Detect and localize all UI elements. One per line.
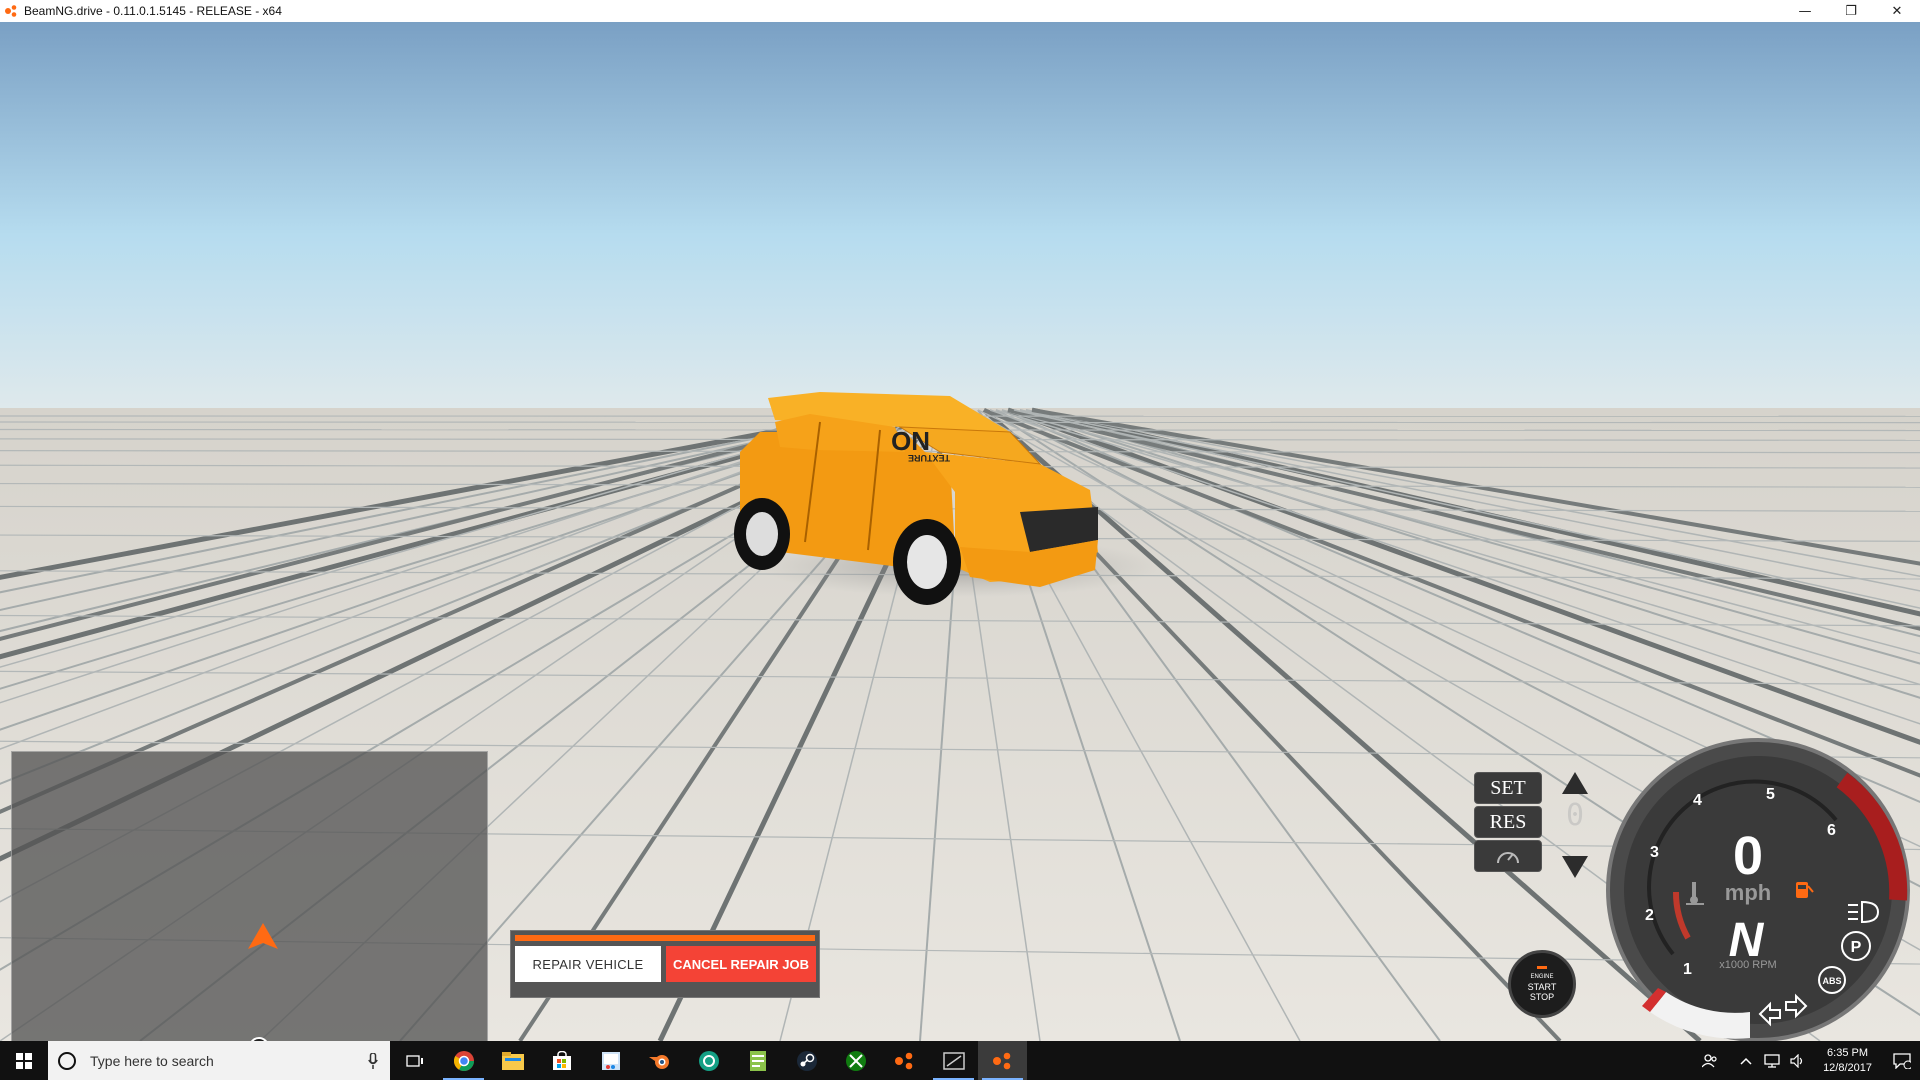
window-title: BeamNG.drive - 0.11.0.1.5145 - RELEASE -… <box>24 4 282 18</box>
chrome-icon[interactable] <box>439 1041 488 1080</box>
chevron-up-icon[interactable] <box>1733 1041 1759 1080</box>
windows-logo-icon <box>16 1052 32 1069</box>
volume-icon[interactable] <box>1785 1041 1811 1080</box>
taskbar-search-box[interactable]: Type here to search <box>48 1041 390 1080</box>
minimize-button[interactable]: — <box>1782 0 1828 22</box>
file-explorer-icon[interactable] <box>488 1041 537 1080</box>
speed-unit: mph <box>1725 880 1771 905</box>
windows-taskbar: Type here to search 6:35 PM 12/8/2017 <box>0 1041 1920 1080</box>
xbox-icon[interactable] <box>831 1041 880 1080</box>
close-button[interactable]: ✕ <box>1874 0 1920 22</box>
game-viewport[interactable]: NO TEXTURE REPAIR VEHICLE CANCEL REPAIR … <box>0 22 1920 1041</box>
car-roof-text: NO <box>891 426 930 456</box>
clock-time: 6:35 PM <box>1827 1046 1869 1059</box>
engine-start-stop-button[interactable]: ENGINE START STOP <box>1508 950 1576 1018</box>
green-app-icon[interactable] <box>684 1041 733 1080</box>
cruise-down-arrow-icon[interactable] <box>1562 856 1588 878</box>
sky <box>0 22 1920 410</box>
rpm-tick-5: 5 <box>1766 786 1775 803</box>
system-tray: 6:35 PM 12/8/2017 <box>1697 1041 1920 1080</box>
speed-readout: 0 <box>1733 826 1763 886</box>
taskbar-clock[interactable]: 6:35 PM 12/8/2017 <box>1811 1046 1884 1076</box>
beamng-drive-icon[interactable] <box>978 1041 1027 1080</box>
cruise-speed-display: 0 <box>1566 798 1585 833</box>
cancel-repair-button[interactable]: CANCEL REPAIR JOB <box>666 946 816 982</box>
rpm-tick-6: 6 <box>1827 822 1836 839</box>
beamng-launcher-icon[interactable] <box>880 1041 929 1080</box>
cruise-res-button[interactable]: RES <box>1474 806 1542 838</box>
start-button[interactable] <box>0 1041 48 1080</box>
rpm-tick-1: 1 <box>1683 961 1692 978</box>
clock-date: 12/8/2017 <box>1823 1061 1872 1074</box>
minimap <box>11 751 488 1041</box>
window-app-icon[interactable] <box>929 1041 978 1080</box>
rpm-tick-4: 4 <box>1693 792 1702 809</box>
repair-progress-bar <box>515 935 815 941</box>
svg-text:ABS: ABS <box>1822 976 1841 986</box>
rpm-unit: x1000 RPM <box>1719 959 1776 971</box>
microphone-icon[interactable] <box>368 1052 378 1069</box>
repair-dialog: REPAIR VEHICLE CANCEL REPAIR JOB <box>510 930 820 998</box>
cruise-up-arrow-icon[interactable] <box>1562 772 1588 794</box>
paint-icon[interactable] <box>586 1041 635 1080</box>
blender-icon[interactable] <box>635 1041 684 1080</box>
cruise-speed-button[interactable] <box>1474 840 1542 872</box>
notepad-icon[interactable] <box>733 1041 782 1080</box>
speedometer-icon <box>1497 852 1519 864</box>
notification-center-icon[interactable] <box>1884 1052 1920 1069</box>
store-icon[interactable] <box>537 1041 586 1080</box>
network-icon[interactable] <box>1759 1041 1785 1080</box>
player-arrow-icon <box>248 923 278 949</box>
task-view-icon[interactable] <box>390 1041 439 1080</box>
search-placeholder: Type here to search <box>90 1052 214 1069</box>
maximize-button[interactable]: ❐ <box>1828 0 1874 22</box>
svg-text:P: P <box>1851 939 1862 956</box>
rpm-tick-2: 2 <box>1645 907 1654 924</box>
steam-icon[interactable] <box>782 1041 831 1080</box>
cortana-icon <box>58 1051 76 1070</box>
cruise-set-button[interactable]: SET <box>1474 772 1542 804</box>
rpm-tick-3: 3 <box>1650 844 1659 861</box>
svg-text:TEXTURE: TEXTURE <box>908 453 950 463</box>
repair-vehicle-button[interactable]: REPAIR VEHICLE <box>515 946 661 982</box>
people-icon[interactable] <box>1697 1041 1723 1080</box>
tachometer-gauge: 1 2 3 4 5 6 0 mph N x1000 RPM P ABS <box>1606 738 1910 1041</box>
window-titlebar: BeamNG.drive - 0.11.0.1.5145 - RELEASE -… <box>0 0 1920 23</box>
repair-progress-fill <box>515 935 815 941</box>
beamng-app-icon <box>5 5 17 17</box>
